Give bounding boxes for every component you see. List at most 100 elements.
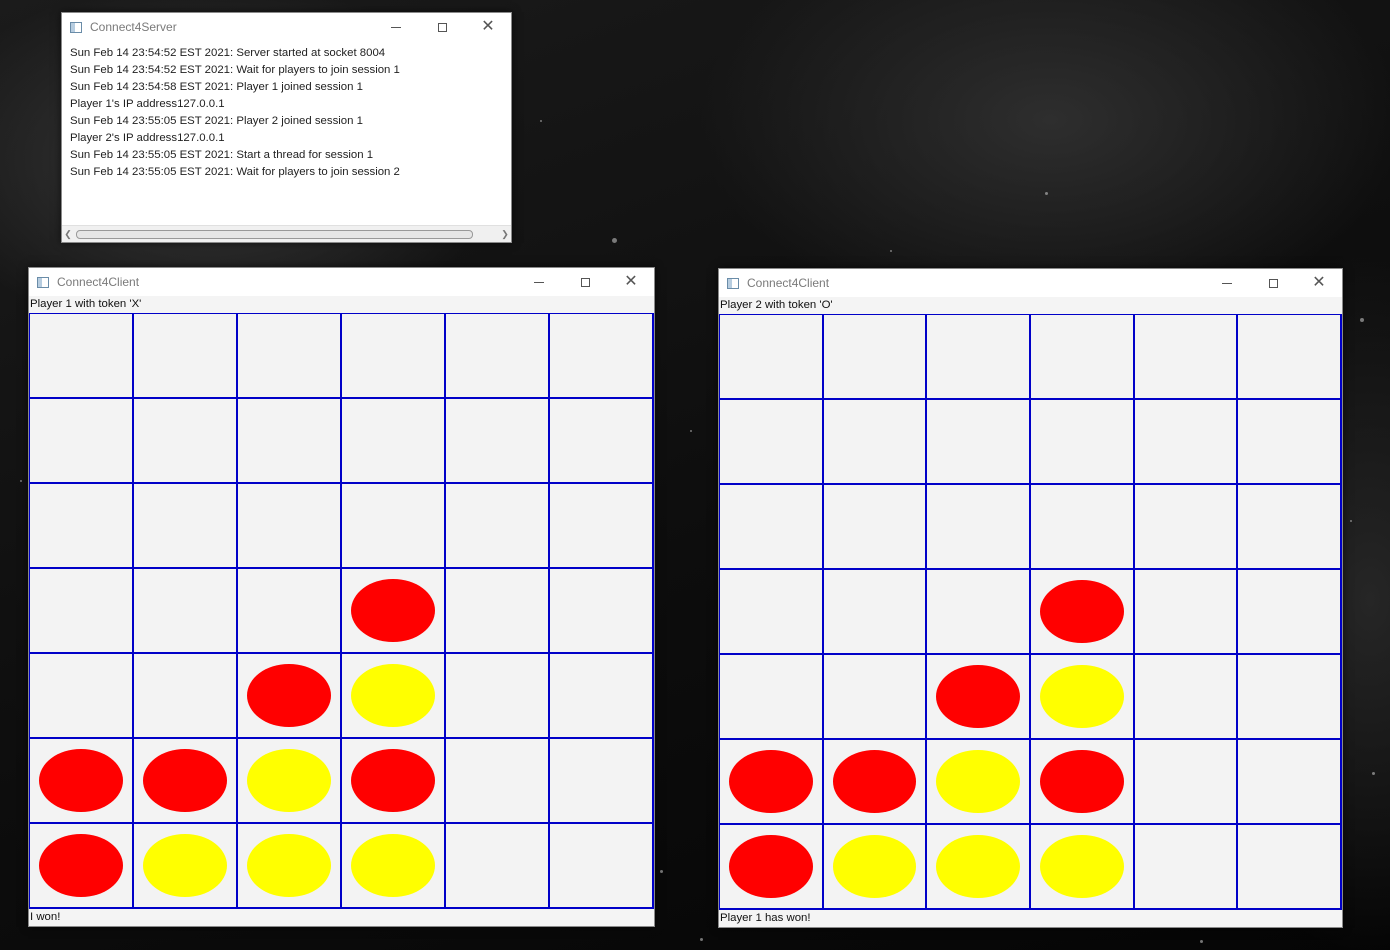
board-cell[interactable]	[1134, 400, 1239, 485]
board-cell[interactable]	[720, 400, 824, 485]
board-cell[interactable]	[1134, 570, 1239, 655]
board-cell[interactable]	[1238, 400, 1342, 485]
board-cell[interactable]	[550, 824, 654, 909]
board-cell[interactable]	[550, 654, 654, 739]
scrollbar-track[interactable]	[74, 229, 499, 239]
board-cell[interactable]	[823, 315, 928, 400]
board-cell[interactable]	[1238, 315, 1342, 400]
board-cell[interactable]	[550, 484, 654, 569]
board-cell[interactable]	[720, 315, 824, 400]
board-cell[interactable]	[238, 314, 342, 399]
board-cell[interactable]	[446, 399, 550, 484]
board-cell[interactable]	[238, 824, 342, 909]
board-cell[interactable]	[1134, 315, 1239, 400]
board-cell[interactable]	[1238, 570, 1342, 655]
board-cell[interactable]	[1238, 485, 1342, 570]
board-cell[interactable]	[550, 739, 654, 824]
board-cell[interactable]	[342, 569, 446, 654]
maximize-button[interactable]	[562, 268, 608, 296]
board-cell[interactable]	[238, 739, 342, 824]
board-cell[interactable]	[134, 824, 238, 909]
board-cell[interactable]	[550, 569, 654, 654]
board-cell[interactable]	[720, 825, 824, 910]
board-cell[interactable]	[446, 824, 550, 909]
board-cell[interactable]	[720, 655, 824, 740]
board-cell[interactable]	[1134, 485, 1239, 570]
board-cell[interactable]	[1030, 825, 1135, 910]
minimize-button[interactable]	[516, 268, 562, 296]
minimize-button[interactable]	[1204, 269, 1250, 297]
maximize-button[interactable]	[1250, 269, 1296, 297]
board-cell[interactable]	[823, 655, 928, 740]
board-cell[interactable]	[238, 569, 342, 654]
board-cell[interactable]	[720, 485, 824, 570]
board-cell[interactable]	[1030, 485, 1135, 570]
board-cell[interactable]	[30, 654, 134, 739]
board-cell[interactable]	[238, 484, 342, 569]
board-cell[interactable]	[30, 824, 134, 909]
board-cell[interactable]	[446, 484, 550, 569]
server-titlebar[interactable]: Connect4Server ✕	[62, 13, 511, 41]
board-cell[interactable]	[446, 314, 550, 399]
board-cell[interactable]	[446, 569, 550, 654]
close-button[interactable]: ✕	[608, 268, 654, 296]
board-cell[interactable]	[927, 315, 1031, 400]
game-board[interactable]	[719, 314, 1342, 910]
board-cell[interactable]	[342, 654, 446, 739]
board-cell[interactable]	[1134, 655, 1239, 740]
board-cell[interactable]	[30, 739, 134, 824]
board-cell[interactable]	[342, 314, 446, 399]
board-cell[interactable]	[30, 314, 134, 399]
board-cell[interactable]	[720, 740, 824, 825]
board-cell[interactable]	[1030, 740, 1135, 825]
board-cell[interactable]	[238, 654, 342, 739]
board-cell[interactable]	[30, 484, 134, 569]
board-cell[interactable]	[823, 485, 928, 570]
board-cell[interactable]	[30, 569, 134, 654]
close-button[interactable]: ✕	[465, 13, 511, 41]
board-cell[interactable]	[1030, 655, 1135, 740]
board-cell[interactable]	[927, 400, 1031, 485]
board-cell[interactable]	[927, 740, 1031, 825]
board-cell[interactable]	[927, 485, 1031, 570]
board-cell[interactable]	[550, 399, 654, 484]
board-cell[interactable]	[134, 399, 238, 484]
board-cell[interactable]	[927, 570, 1031, 655]
scrollbar-thumb[interactable]	[76, 230, 473, 239]
board-cell[interactable]	[342, 824, 446, 909]
board-cell[interactable]	[550, 314, 654, 399]
board-cell[interactable]	[1238, 825, 1342, 910]
board-cell[interactable]	[134, 739, 238, 824]
board-cell[interactable]	[342, 399, 446, 484]
board-cell[interactable]	[238, 399, 342, 484]
board-cell[interactable]	[1134, 740, 1239, 825]
board-cell[interactable]	[1030, 400, 1135, 485]
board-cell[interactable]	[134, 654, 238, 739]
client2-titlebar[interactable]: Connect4Client ✕	[719, 269, 1342, 297]
board-cell[interactable]	[1030, 570, 1135, 655]
board-cell[interactable]	[446, 654, 550, 739]
scroll-left-icon[interactable]: ❮	[62, 229, 74, 240]
board-cell[interactable]	[342, 739, 446, 824]
board-cell[interactable]	[30, 399, 134, 484]
server-log[interactable]: Sun Feb 14 23:54:52 EST 2021: Server sta…	[62, 41, 511, 226]
board-cell[interactable]	[823, 570, 928, 655]
board-cell[interactable]	[1134, 825, 1239, 910]
close-button[interactable]: ✕	[1296, 269, 1342, 297]
board-cell[interactable]	[446, 739, 550, 824]
board-cell[interactable]	[342, 484, 446, 569]
maximize-button[interactable]	[419, 13, 465, 41]
board-cell[interactable]	[927, 655, 1031, 740]
board-cell[interactable]	[823, 740, 928, 825]
scroll-right-icon[interactable]: ❯	[499, 229, 511, 240]
board-cell[interactable]	[1238, 740, 1342, 825]
board-cell[interactable]	[1238, 655, 1342, 740]
board-cell[interactable]	[720, 570, 824, 655]
minimize-button[interactable]	[373, 13, 419, 41]
client1-titlebar[interactable]: Connect4Client ✕	[29, 268, 654, 296]
game-board[interactable]	[29, 313, 654, 909]
board-cell[interactable]	[1030, 315, 1135, 400]
horizontal-scrollbar[interactable]: ❮ ❯	[62, 225, 511, 242]
board-cell[interactable]	[823, 825, 928, 910]
board-cell[interactable]	[134, 314, 238, 399]
